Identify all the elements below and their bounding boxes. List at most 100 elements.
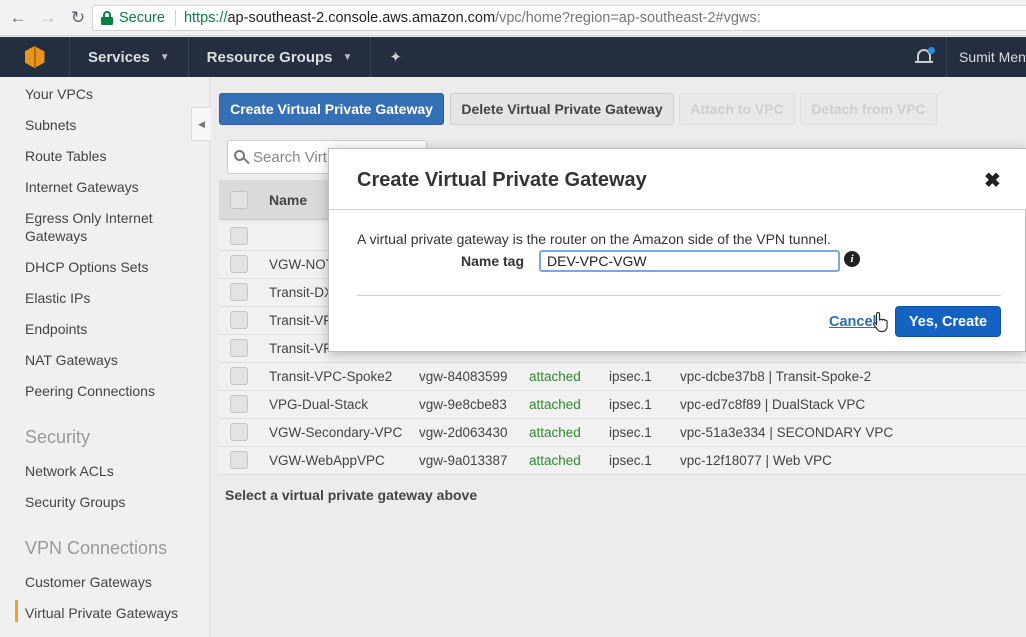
- delete-vgw-button[interactable]: Delete Virtual Private Gateway: [450, 93, 674, 125]
- user-name: Sumit Mena: [959, 49, 1026, 65]
- cell-name: Transit-VF: [269, 341, 332, 356]
- detach-from-vpc-button[interactable]: Detach from VPC: [800, 93, 937, 125]
- chevron-down-icon: ▼: [342, 51, 353, 63]
- row-checkbox[interactable]: [230, 367, 248, 385]
- cell-id: vgw-84083599: [419, 369, 508, 384]
- dialog-title: Create Virtual Private Gateway: [357, 169, 647, 191]
- row-checkbox[interactable]: [230, 255, 248, 273]
- row-checkbox[interactable]: [230, 339, 248, 357]
- dialog-description: A virtual private gateway is the router …: [357, 231, 831, 247]
- selection-hint: Select a virtual private gateway above: [225, 487, 478, 503]
- aws-console-header: Services ▼ Resource Groups ▼ ✦ Sumit Men…: [0, 37, 1026, 77]
- browser-toolbar: ← → ↻ Secure https:// ap-southeast-2.con…: [0, 0, 1026, 36]
- aws-cube-icon: [24, 46, 45, 68]
- resource-groups-menu[interactable]: Resource Groups ▼: [189, 37, 372, 77]
- resource-groups-label: Resource Groups: [206, 48, 333, 66]
- pin-icon[interactable]: ✦: [371, 48, 420, 66]
- active-item-marker: [15, 600, 18, 622]
- account-menu[interactable]: Sumit Mena: [946, 37, 1026, 77]
- cell-vpc: vpc-51a3e334 | SECONDARY VPC: [680, 425, 894, 440]
- create-vgw-dialog: Create Virtual Private Gateway ✖ A virtu…: [328, 148, 1026, 352]
- cell-vpc: vpc-dcbe37b8 | Transit-Spoke-2: [680, 369, 872, 384]
- close-icon[interactable]: ✖: [984, 168, 1001, 193]
- secure-label: Secure: [119, 10, 165, 26]
- table-row[interactable]: Transit-VPC-Spoke2 vgw-84083599 attached ip…: [219, 363, 1026, 391]
- sidebar-item-egress-only-internet-gateways[interactable]: Egress Only Internet Gateways: [25, 209, 200, 245]
- row-checkbox[interactable]: [230, 395, 248, 413]
- url-scheme: https://: [183, 10, 228, 26]
- sidebar-item-subnets[interactable]: Subnets: [25, 116, 200, 134]
- cell-id: vgw-9e8cbe83: [419, 397, 507, 412]
- cell-type: ipsec.1: [609, 453, 652, 468]
- name-tag-input[interactable]: [539, 250, 840, 272]
- lock-icon: [101, 11, 113, 25]
- sidebar-item-dhcp-options-sets[interactable]: DHCP Options Sets: [25, 258, 200, 276]
- cell-state: attached: [529, 397, 581, 412]
- cancel-button[interactable]: Cancel: [829, 314, 877, 330]
- sidebar-item-peering-connections[interactable]: Peering Connections: [25, 382, 200, 400]
- column-header-name[interactable]: Name: [269, 192, 307, 208]
- table-row[interactable]: VGW-Secondary-VPC vgw-2d063430 attached ips…: [219, 419, 1026, 447]
- chevron-down-icon: ▼: [159, 51, 170, 63]
- attach-to-vpc-button[interactable]: Attach to VPC: [679, 93, 795, 125]
- cell-type: ipsec.1: [609, 397, 652, 412]
- url-host: ap-southeast-2.console.aws.amazon.com: [227, 10, 496, 26]
- name-tag-label: Name tag: [461, 253, 525, 269]
- services-menu[interactable]: Services ▼: [70, 37, 189, 77]
- forward-icon[interactable]: →: [36, 6, 60, 30]
- row-checkbox[interactable]: [230, 311, 248, 329]
- sidebar-item-nat-gateways[interactable]: NAT Gateways: [25, 351, 200, 369]
- notifications-bell-icon[interactable]: [915, 47, 935, 67]
- cell-name: VGW-Secondary-VPC: [269, 425, 403, 440]
- cell-type: ipsec.1: [609, 425, 652, 440]
- sidebar-item-elastic-ips[interactable]: Elastic IPs: [25, 289, 200, 307]
- dialog-divider: [357, 295, 1001, 296]
- info-icon[interactable]: i: [844, 251, 860, 267]
- cell-vpc: vpc-ed7c8f89 | DualStack VPC: [680, 397, 866, 412]
- cell-state: attached: [529, 453, 581, 468]
- url-divider: [174, 10, 176, 26]
- row-checkbox[interactable]: [230, 423, 248, 441]
- sidebar-heading-security: Security: [25, 427, 91, 447]
- row-checkbox[interactable]: [230, 451, 248, 469]
- sidebar-item-network-acls[interactable]: Network ACLs: [25, 462, 200, 480]
- yes-create-button[interactable]: Yes, Create: [895, 306, 1001, 337]
- dialog-header: Create Virtual Private Gateway ✖: [329, 149, 1026, 210]
- sidebar-item-security-groups[interactable]: Security Groups: [25, 493, 200, 511]
- create-vgw-button[interactable]: Create Virtual Private Gateway: [219, 93, 444, 125]
- cell-type: ipsec.1: [609, 369, 652, 384]
- cell-id: vgw-9a013387: [419, 453, 508, 468]
- cell-vpc: vpc-12f18077 | Web VPC: [680, 453, 832, 468]
- address-bar[interactable]: Secure https:// ap-southeast-2.console.a…: [92, 5, 1026, 31]
- cell-name: VGW-NOT: [269, 257, 334, 272]
- row-checkbox[interactable]: [230, 227, 248, 245]
- sidebar-item-internet-gateways[interactable]: Internet Gateways: [25, 178, 200, 196]
- sidebar-item-customer-gateways[interactable]: Customer Gateways: [25, 573, 200, 591]
- collapse-sidebar-icon[interactable]: ◀: [191, 107, 211, 141]
- reload-icon[interactable]: ↻: [66, 6, 90, 30]
- sidebar-item-endpoints[interactable]: Endpoints: [25, 320, 200, 338]
- services-label: Services: [88, 48, 150, 66]
- back-icon[interactable]: ←: [6, 6, 30, 30]
- cell-state: attached: [529, 369, 581, 384]
- cell-name: Transit-VF: [269, 313, 332, 328]
- cell-name: Transit-VPC-Spoke2: [269, 369, 393, 384]
- table-row[interactable]: VPG-Dual-Stack vgw-9e8cbe83 attached ipsec.…: [219, 391, 1026, 419]
- cell-id: vgw-2d063430: [419, 425, 508, 440]
- sidebar-item-route-tables[interactable]: Route Tables: [25, 147, 200, 165]
- cell-name: VGW-WebAppVPC: [269, 453, 385, 468]
- aws-home-logo[interactable]: [0, 37, 70, 77]
- sidebar-item-virtual-private-gateways[interactable]: Virtual Private Gateways: [25, 604, 200, 622]
- cell-name: VPG-Dual-Stack: [269, 397, 369, 412]
- sidebar-item-your-vpcs[interactable]: Your VPCs: [25, 85, 200, 103]
- cell-name: Transit-DX: [269, 285, 334, 300]
- select-all-checkbox[interactable]: [230, 191, 248, 209]
- sidebar: Your VPCs Subnets Route Tables Internet …: [0, 77, 210, 637]
- screen: ← → ↻ Secure https:// ap-southeast-2.con…: [0, 0, 1026, 637]
- row-checkbox[interactable]: [230, 283, 248, 301]
- url-path: /vpc/home?region=ap-southeast-2#vgws:: [495, 10, 761, 26]
- table-row[interactable]: VGW-WebAppVPC vgw-9a013387 attached ipsec.1…: [219, 447, 1026, 475]
- search-placeholder: Search Virt: [253, 148, 327, 166]
- cell-state: attached: [529, 425, 581, 440]
- search-icon: [234, 149, 250, 165]
